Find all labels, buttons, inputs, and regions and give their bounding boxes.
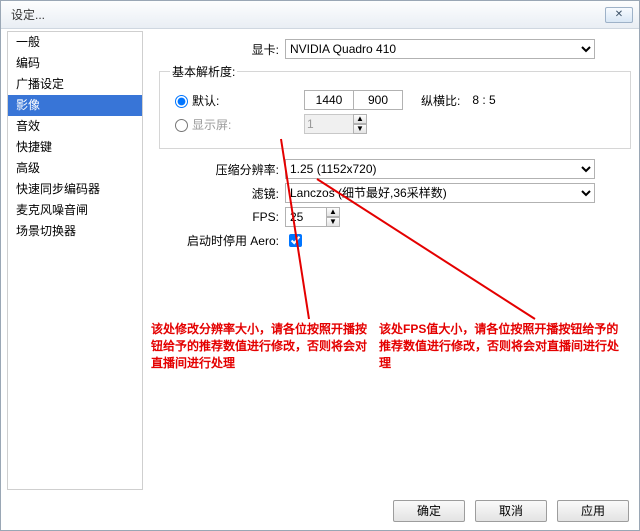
downscale-label: 压缩分辨率: [159, 161, 279, 178]
downscale-select[interactable]: 1.25 (1152x720) [285, 159, 595, 179]
filter-select[interactable]: Lanczos (细节最好,36采样数) [285, 183, 595, 203]
sidebar-item-noisegate[interactable]: 麦克风噪音闸 [8, 200, 142, 221]
window-title: 设定... [11, 6, 605, 23]
aero-label: 启动时停用 Aero: [159, 232, 279, 249]
dialog-buttons: 确定 取消 应用 [393, 500, 629, 522]
apply-button[interactable]: 应用 [557, 500, 629, 522]
filter-label: 滤镜: [159, 185, 279, 202]
aero-checkbox[interactable] [289, 234, 302, 247]
sidebar-item-encoding[interactable]: 编码 [8, 53, 142, 74]
base-resolution-group: 基本解析度: 默认: 纵横比: 8 : 5 显示屏: 1 ▲▼ [159, 63, 631, 149]
sidebar-item-broadcast[interactable]: 广播设定 [8, 74, 142, 95]
fps-spin[interactable]: ▲▼ [326, 207, 340, 227]
fps-label: FPS: [159, 210, 279, 224]
monitor-spin[interactable]: ▲▼ [353, 114, 367, 134]
settings-window: 设定... ✕ 一般 编码 广播设定 影像 音效 快捷键 高级 快速同步编码器 … [0, 0, 640, 531]
videocard-select[interactable]: NVIDIA Quadro 410 [285, 39, 595, 59]
fps-annotation: 该处FPS值大小，请各位按照开播按钮给予的推荐数值进行修改，否则将会对直播间进行… [379, 321, 619, 372]
cancel-button[interactable]: 取消 [475, 500, 547, 522]
close-button[interactable]: ✕ [605, 7, 633, 23]
videocard-label: 显卡: [159, 41, 279, 58]
default-res-radio[interactable] [175, 95, 188, 108]
sidebar-item-general[interactable]: 一般 [8, 32, 142, 53]
sidebar-item-advanced[interactable]: 高级 [8, 158, 142, 179]
aspect-ratio-label: 纵横比: [421, 92, 460, 109]
default-width-input[interactable] [304, 90, 354, 110]
titlebar: 设定... ✕ [1, 1, 639, 29]
monitor-select[interactable]: 1 [304, 114, 354, 134]
category-sidebar: 一般 编码 广播设定 影像 音效 快捷键 高级 快速同步编码器 麦克风噪音闸 场… [7, 31, 143, 490]
default-res-label: 默认: [192, 92, 244, 109]
sidebar-item-audio[interactable]: 音效 [8, 116, 142, 137]
sidebar-item-scene-sw[interactable]: 场景切换器 [8, 221, 142, 242]
base-resolution-legend: 基本解析度: [170, 63, 237, 80]
aspect-ratio-value: 8 : 5 [472, 93, 495, 107]
content-panel: 显卡: NVIDIA Quadro 410 基本解析度: 默认: 纵横比: 8 … [145, 29, 639, 530]
fps-input[interactable] [285, 207, 327, 227]
monitor-res-label: 显示屏: [192, 116, 244, 133]
sidebar-item-hotkeys[interactable]: 快捷键 [8, 137, 142, 158]
default-height-input[interactable] [353, 90, 403, 110]
sidebar-item-video[interactable]: 影像 [8, 95, 142, 116]
sidebar-item-qsv[interactable]: 快速同步编码器 [8, 179, 142, 200]
monitor-res-radio[interactable] [175, 119, 188, 132]
downscale-annotation: 该处修改分辨率大小，请各位按照开播按钮给予的推荐数值进行修改，否则将会对直播间进… [151, 321, 371, 372]
ok-button[interactable]: 确定 [393, 500, 465, 522]
